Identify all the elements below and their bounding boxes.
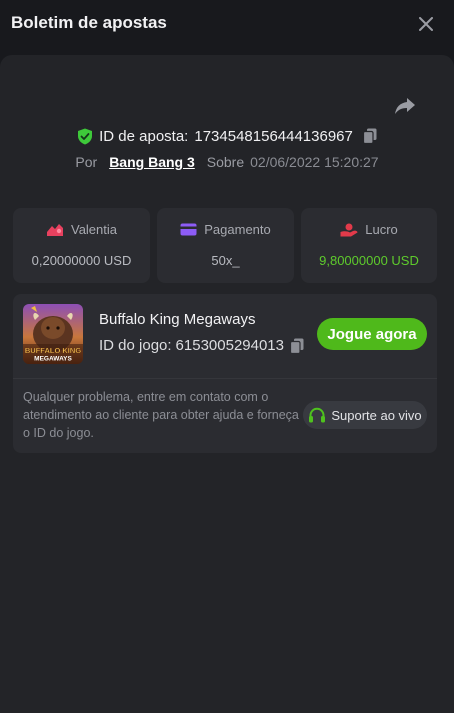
profit-value: 9,80000000 USD: [319, 253, 419, 268]
live-support-button[interactable]: Suporte ao vivo: [303, 401, 427, 429]
bet-id-label: ID de aposta:: [99, 127, 189, 145]
close-button[interactable]: [415, 13, 437, 35]
live-support-label: Suporte ao vivo: [331, 407, 422, 423]
thumbnail-title-line-1: BUFFALO KING: [25, 346, 81, 355]
profit-stat: Lucro 9,80000000 USD: [301, 208, 437, 283]
about-label: Sobre: [206, 154, 245, 170]
copy-game-id-button[interactable]: [290, 338, 304, 354]
buffalo-king-thumbnail-image: BUFFALO KING MEGAWAYS: [23, 304, 83, 364]
share-icon: [395, 98, 415, 114]
headset-icon: [309, 407, 326, 422]
page-title: Boletim de apostas: [11, 13, 167, 32]
close-icon: [419, 17, 433, 31]
card-icon: [180, 223, 197, 236]
profit-icon: [340, 223, 358, 236]
copy-bet-id-button[interactable]: [362, 128, 377, 144]
payout-stat: Pagamento 50x_: [157, 208, 294, 283]
game-id-value: 6153005294013: [175, 337, 284, 354]
stake-icon: [46, 223, 63, 236]
bet-date: 02/06/2022 15:20:27: [250, 154, 379, 170]
payout-label: Pagamento: [204, 222, 271, 237]
game-name: Buffalo King Megaways: [99, 311, 256, 328]
copy-icon: [362, 128, 377, 144]
stake-value: 0,20000000 USD: [31, 253, 132, 268]
stake-stat: Valentia 0,20000000 USD: [13, 208, 150, 283]
stake-label: Valentia: [70, 222, 117, 237]
profit-label: Lucro: [365, 222, 398, 237]
game-link[interactable]: Bang Bang 3: [109, 154, 195, 170]
game-card: BUFFALO KING MEGAWAYS Buffalo King Megaw…: [13, 294, 437, 453]
game-id-row: ID do jogo: 6153005294013: [99, 337, 304, 354]
header: Boletim de apostas: [0, 0, 454, 46]
shield-check-icon: [78, 128, 93, 144]
copy-icon: [290, 338, 304, 354]
bet-meta-row: Por Bang Bang 3 Sobre 02/06/2022 15:20:2…: [0, 151, 454, 173]
game-thumbnail[interactable]: BUFFALO KING MEGAWAYS: [23, 304, 83, 364]
by-label: Por: [75, 154, 98, 170]
thumbnail-title-line-2: MEGAWAYS: [34, 356, 72, 363]
share-button[interactable]: [393, 95, 417, 117]
card-divider: [13, 378, 437, 379]
bet-id-value: 1734548156444136967: [194, 127, 353, 145]
bet-id-row: ID de aposta: 1734548156444136967: [0, 125, 454, 147]
payout-value: 50x_: [211, 253, 240, 268]
play-now-button[interactable]: Jogue agora: [317, 318, 427, 350]
game-id-label: ID do jogo:: [99, 337, 172, 354]
support-help-text: Qualquer problema, entre em contato com …: [23, 390, 299, 440]
